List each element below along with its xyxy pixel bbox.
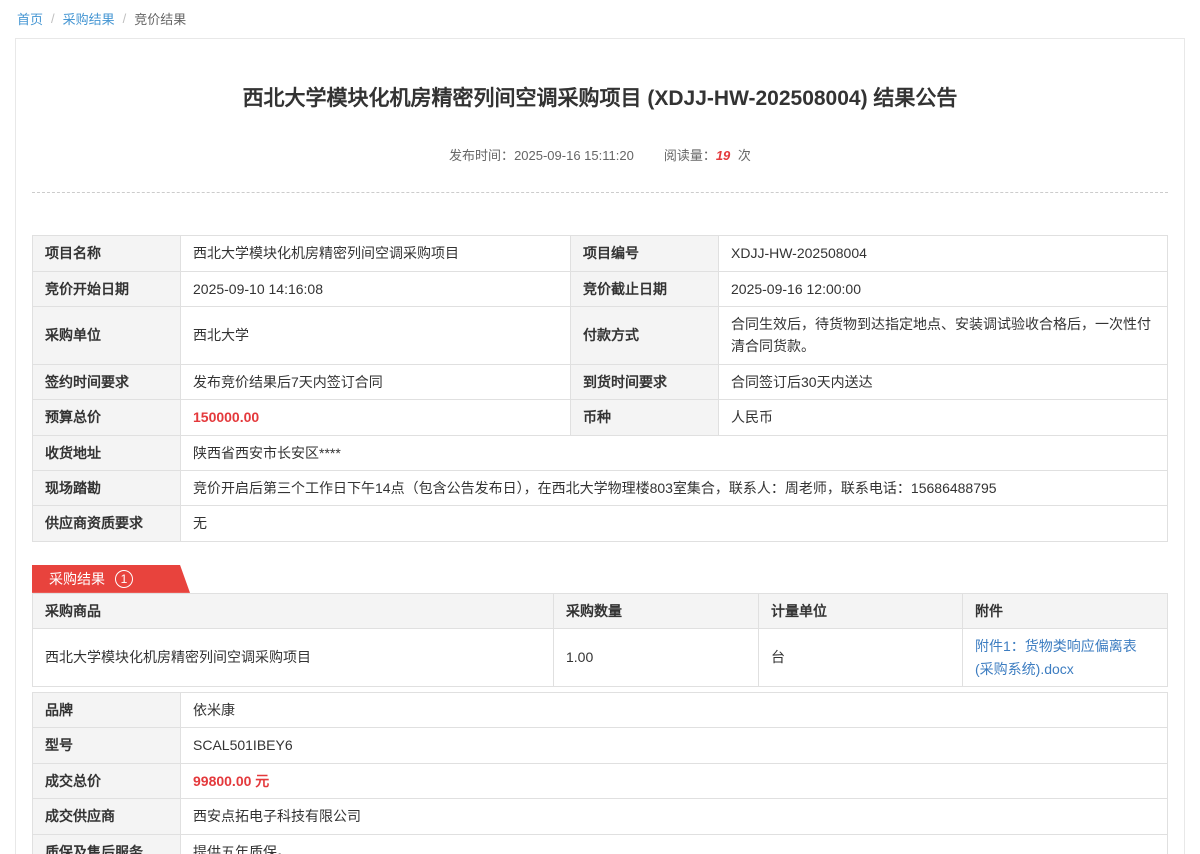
table-row: 项目名称 西北大学模块化机房精密列间空调采购项目 项目编号 XDJJ-HW-20…	[33, 236, 1168, 271]
row-value: 人民币	[719, 400, 1168, 435]
brand-value: 依米康	[181, 692, 1168, 727]
attachment-link[interactable]: 附件1：货物类响应偏离表(采购系统).docx	[975, 638, 1137, 676]
breadcrumb-separator: /	[123, 11, 127, 26]
row-label: 到货时间要求	[571, 364, 719, 399]
breadcrumb-purchase-results-link[interactable]: 采购结果	[63, 9, 115, 28]
table-row: 竞价开始日期 2025-09-10 14:16:08 竞价截止日期 2025-0…	[33, 271, 1168, 306]
row-label: 质保及售后服务	[33, 834, 181, 854]
row-label: 品牌	[33, 692, 181, 727]
result-section-badge: 采购结果 1	[32, 565, 190, 593]
table-row: 品牌 依米康	[33, 692, 1168, 727]
product-name-cell: 西北大学模块化机房精密列间空调采购项目	[33, 629, 554, 687]
row-label: 签约时间要求	[33, 364, 181, 399]
col-header-unit: 计量单位	[759, 593, 963, 628]
row-label: 成交总价	[33, 763, 181, 798]
row-label: 项目名称	[33, 236, 181, 271]
row-value: 发布竞价结果后7天内签订合同	[181, 364, 571, 399]
table-row: 现场踏勘 竞价开启后第三个工作日下午14点（包含公告发布日），在西北大学物理楼8…	[33, 471, 1168, 506]
read-count-unit: 次	[738, 148, 751, 163]
read-count-value: 19	[716, 148, 730, 163]
table-row: 型号 SCAL501IBEY6	[33, 728, 1168, 763]
row-value: 2025-09-10 14:16:08	[181, 271, 571, 306]
project-info-table: 项目名称 西北大学模块化机房精密列间空调采购项目 项目编号 XDJJ-HW-20…	[32, 235, 1168, 542]
row-label: 币种	[571, 400, 719, 435]
row-value: 合同签订后30天内送达	[719, 364, 1168, 399]
table-row: 成交供应商 西安点拓电子科技有限公司	[33, 799, 1168, 834]
table-header-row: 采购商品 采购数量 计量单位 附件	[33, 593, 1168, 628]
model-value: SCAL501IBEY6	[181, 728, 1168, 763]
dashed-divider	[32, 192, 1168, 193]
announcement-card: 西北大学模块化机房精密列间空调采购项目 (XDJJ-HW-202508004) …	[15, 38, 1185, 854]
table-row: 预算总价 150000.00 币种 人民币	[33, 400, 1168, 435]
row-value: 陕西省西安市长安区****	[181, 435, 1168, 470]
budget-total-value: 150000.00	[181, 400, 571, 435]
row-value: 合同生效后，待货物到达指定地点、安装调试验收合格后，一次性付清合同货款。	[719, 307, 1168, 365]
page-title: 西北大学模块化机房精密列间空调采购项目 (XDJJ-HW-202508004) …	[32, 85, 1168, 112]
unit-cell: 台	[759, 629, 963, 687]
col-header-quantity: 采购数量	[554, 593, 759, 628]
publish-time-label: 发布时间：	[449, 148, 514, 163]
breadcrumb-separator: /	[51, 11, 55, 26]
row-value: XDJJ-HW-202508004	[719, 236, 1168, 271]
row-label: 成交供应商	[33, 799, 181, 834]
read-count-label: 阅读量：	[664, 148, 716, 163]
table-row: 质保及售后服务 提供五年质保。	[33, 834, 1168, 854]
table-row: 收货地址 陕西省西安市长安区****	[33, 435, 1168, 470]
badge-label: 采购结果	[49, 569, 105, 589]
col-header-product: 采购商品	[33, 593, 554, 628]
table-row: 西北大学模块化机房精密列间空调采购项目 1.00 台 附件1：货物类响应偏离表(…	[33, 629, 1168, 687]
row-value: 西北大学	[181, 307, 571, 365]
table-row: 采购单位 西北大学 付款方式 合同生效后，待货物到达指定地点、安装调试验收合格后…	[33, 307, 1168, 365]
row-value: 2025-09-16 12:00:00	[719, 271, 1168, 306]
row-value: 竞价开启后第三个工作日下午14点（包含公告发布日），在西北大学物理楼803室集合…	[181, 471, 1168, 506]
publish-time-value: 2025-09-16 15:11:20	[514, 148, 634, 163]
row-value: 无	[181, 506, 1168, 541]
breadcrumb-home-link[interactable]: 首页	[17, 9, 43, 28]
row-label: 型号	[33, 728, 181, 763]
quantity-cell: 1.00	[554, 629, 759, 687]
table-row: 签约时间要求 发布竞价结果后7天内签订合同 到货时间要求 合同签订后30天内送达	[33, 364, 1168, 399]
breadcrumb-current: 竞价结果	[134, 9, 186, 28]
purchase-items-table: 采购商品 采购数量 计量单位 附件 西北大学模块化机房精密列间空调采购项目 1.…	[32, 593, 1168, 687]
table-row: 成交总价 99800.00 元	[33, 763, 1168, 798]
award-total-price-value: 99800.00 元	[181, 763, 1168, 798]
row-label: 采购单位	[33, 307, 181, 365]
row-label: 预算总价	[33, 400, 181, 435]
announcement-meta: 发布时间：2025-09-16 15:11:20 阅读量：19 次	[32, 145, 1168, 164]
warranty-value: 提供五年质保。	[181, 834, 1168, 854]
row-label: 供应商资质要求	[33, 506, 181, 541]
row-label: 项目编号	[571, 236, 719, 271]
row-label: 收货地址	[33, 435, 181, 470]
row-label: 竞价开始日期	[33, 271, 181, 306]
badge-count: 1	[115, 570, 133, 588]
table-row: 供应商资质要求 无	[33, 506, 1168, 541]
col-header-attachment: 附件	[963, 593, 1168, 628]
breadcrumb: 首页 / 采购结果 / 竞价结果	[0, 0, 1200, 28]
supplier-value: 西安点拓电子科技有限公司	[181, 799, 1168, 834]
row-value: 西北大学模块化机房精密列间空调采购项目	[181, 236, 571, 271]
row-label: 竞价截止日期	[571, 271, 719, 306]
award-details-table: 品牌 依米康 型号 SCAL501IBEY6 成交总价 99800.00 元 成…	[32, 692, 1168, 854]
row-label: 付款方式	[571, 307, 719, 365]
attachment-cell: 附件1：货物类响应偏离表(采购系统).docx	[963, 629, 1168, 687]
row-label: 现场踏勘	[33, 471, 181, 506]
